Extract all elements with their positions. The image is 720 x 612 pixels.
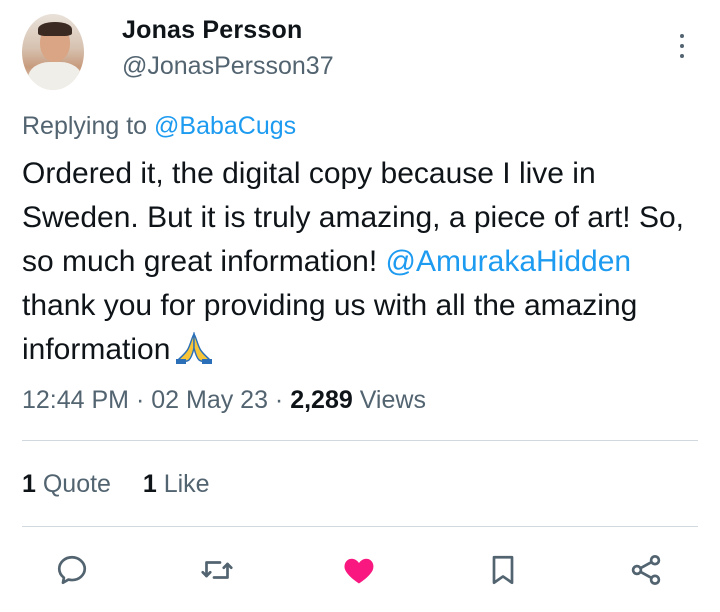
share-icon [631, 555, 661, 585]
divider [22, 440, 698, 441]
more-dot [680, 44, 684, 48]
retweet-icon [201, 561, 233, 579]
avatar-shirt [28, 62, 82, 90]
replying-to-label: Replying to [22, 112, 148, 140]
tweet-stats: 1 Quote 1 Like [22, 470, 210, 499]
retweet-button[interactable] [195, 548, 239, 592]
quotes-stat[interactable]: 1 Quote [22, 470, 111, 498]
likes-stat[interactable]: 1 Like [143, 470, 210, 498]
likes-label: Like [156, 470, 210, 498]
more-dot [680, 54, 684, 58]
tweet-date[interactable]: 02 May 23 [151, 386, 268, 414]
more-options-icon[interactable] [668, 30, 696, 66]
views-count: 2,289 [290, 386, 353, 414]
share-button[interactable] [624, 548, 668, 592]
like-button[interactable] [337, 548, 381, 592]
likes-count: 1 [142, 470, 157, 498]
divider [22, 526, 698, 527]
quotes-count: 1 [22, 470, 36, 498]
views-label: Views [352, 386, 426, 414]
reply-mention-link[interactable]: @BabaCugs [154, 112, 296, 140]
bookmark-icon [492, 555, 514, 585]
meta-separator: · [267, 386, 291, 414]
tweet-time[interactable]: 12:44 PM [22, 386, 129, 414]
more-dot [680, 34, 684, 38]
user-handle[interactable]: @JonasPersson37 [122, 52, 334, 81]
bookmark-button[interactable] [481, 548, 525, 592]
quotes-label: Quote [35, 470, 111, 498]
heart-icon [344, 558, 374, 584]
avatar[interactable] [22, 14, 84, 90]
folded-hands-emoji [176, 331, 213, 365]
meta-separator: · [129, 386, 152, 414]
reply-icon [57, 555, 87, 585]
tweet-text-part-2: thank you for providing us with all the … [22, 289, 638, 366]
display-name[interactable]: Jonas Persson [122, 16, 302, 45]
tweet-mention-link[interactable]: @AmurakaHidden [386, 245, 632, 278]
tweet-meta: 12:44 PM · 02 May 23 · 2,289 Views [22, 386, 426, 415]
replying-to: Replying to @BabaCugs [22, 112, 296, 141]
tweet-text: Ordered it, the digital copy because I l… [22, 152, 712, 372]
avatar-hair [38, 22, 72, 36]
action-bar [0, 548, 720, 596]
reply-button[interactable] [50, 548, 94, 592]
